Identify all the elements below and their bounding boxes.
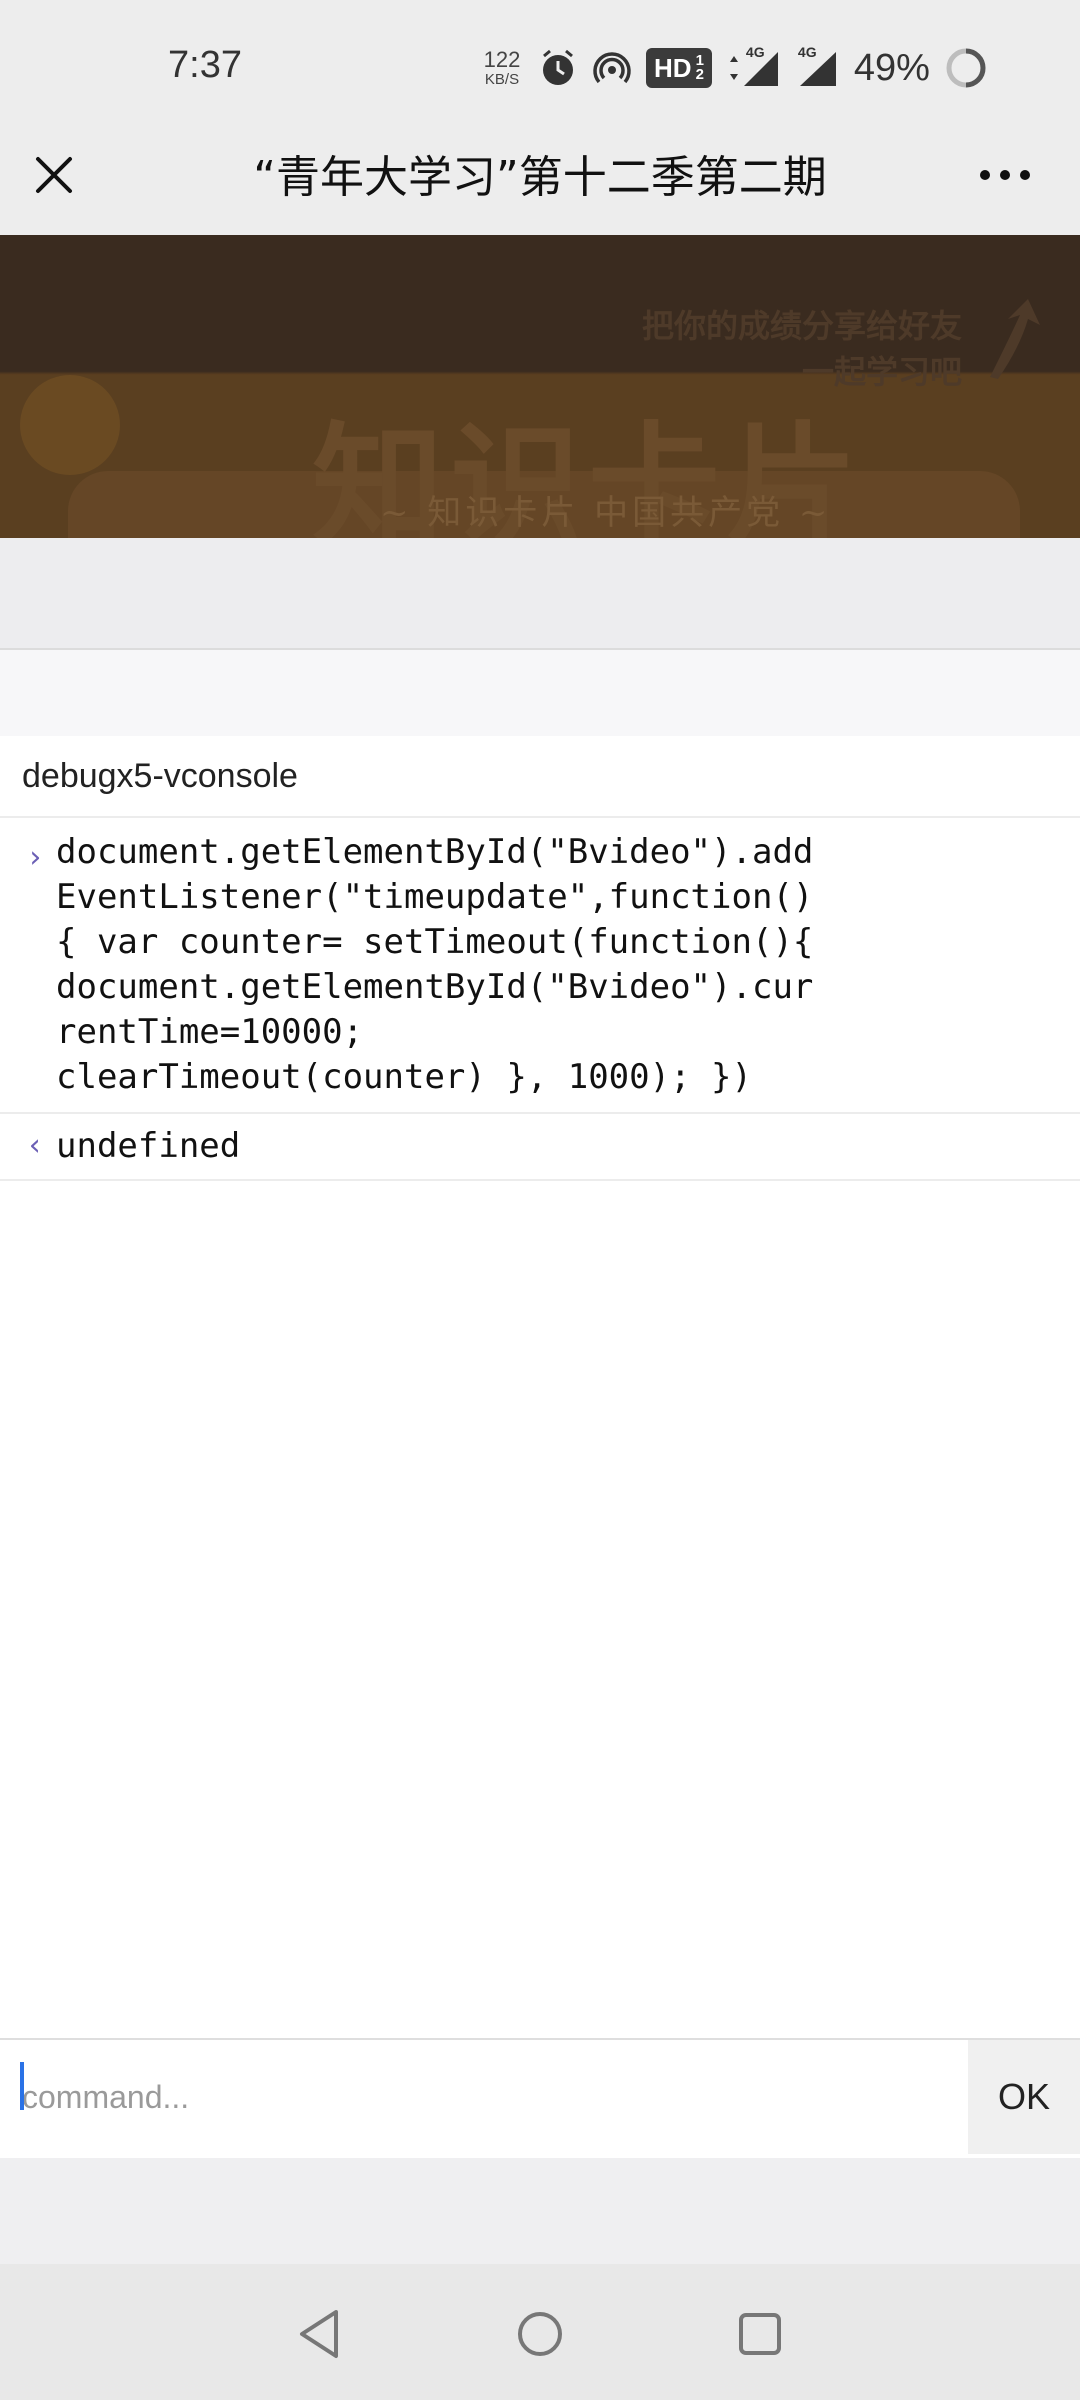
console-log-input: › document.getElementById("Bvideo").add … (0, 818, 1080, 1114)
console-toolbar-area (0, 650, 1080, 736)
output-marker-icon: ‹ (26, 1128, 45, 1163)
ok-button[interactable]: OK (968, 2040, 1080, 2154)
bottom-spacer (0, 2158, 1080, 2264)
console-header: debugx5-vconsole (0, 736, 1080, 818)
battery-icon (944, 46, 988, 90)
more-button[interactable] (970, 153, 1040, 197)
signal-icon: 4G (726, 44, 782, 88)
battery-percent: 49% (853, 46, 930, 89)
content-divider (0, 538, 1080, 650)
signal1-label: 4G (745, 44, 765, 60)
hd-sub: 12 (695, 53, 704, 83)
share-hint-line1: 把你的成绩分享给好友 (641, 308, 962, 344)
status-icons: 122 KB/S HD 12 4G 4G 49% (480, 40, 988, 96)
back-button[interactable] (290, 2304, 350, 2364)
more-icon-dot (1000, 170, 1010, 180)
more-icon (980, 170, 990, 180)
console-log-output: ‹ undefined (0, 1114, 1080, 1181)
command-input[interactable] (0, 2040, 966, 2154)
mascot-image (20, 375, 120, 475)
home-icon (518, 2312, 562, 2356)
share-arrow-icon (980, 297, 1050, 392)
hotspot-icon (592, 48, 632, 88)
console-input-code: document.getElementById("Bvideo").add Ev… (56, 832, 814, 1097)
net-speed-unit: KB/S (484, 70, 520, 88)
more-icon-dot (1020, 170, 1030, 180)
signal-icon: 4G (796, 44, 840, 88)
console-output-value: undefined (56, 1126, 241, 1166)
home-button[interactable] (510, 2304, 570, 2364)
recents-icon (739, 2313, 781, 2355)
input-marker-icon: › (26, 840, 45, 875)
page-title: “青年大学习”第十二季第二期 (253, 152, 827, 203)
status-bar: 7:37 122 KB/S HD 12 4G 4G 49% (0, 0, 1080, 135)
text-cursor (20, 2062, 24, 2110)
knowledge-card-banner: 把你的成绩分享给好友 一起学习吧 知识卡片 ~ 知识卡片 中国共产党 ~ (0, 235, 1080, 538)
signal2-label: 4G (797, 44, 817, 60)
alarm-icon (538, 48, 578, 88)
recents-button[interactable] (730, 2304, 790, 2364)
back-icon (300, 2310, 338, 2358)
net-speed-value: 122 (483, 46, 521, 72)
navigation-bar (0, 2264, 1080, 2400)
command-bar: OK (0, 2038, 1080, 2160)
vconsole-panel: debugx5-vconsole › document.getElementBy… (0, 736, 1080, 2038)
hd-label: HD (654, 53, 692, 83)
title-bar: “青年大学习”第十二季第二期 (0, 135, 1080, 235)
banner-subtitle: ~ 知识卡片 中国共产党 ~ (380, 493, 832, 533)
status-time: 7:37 (168, 44, 242, 86)
hd-icon: HD 12 (646, 48, 712, 88)
hd-sub-bottom: 2 (695, 66, 704, 83)
net-speed: 122 KB/S (480, 46, 524, 88)
